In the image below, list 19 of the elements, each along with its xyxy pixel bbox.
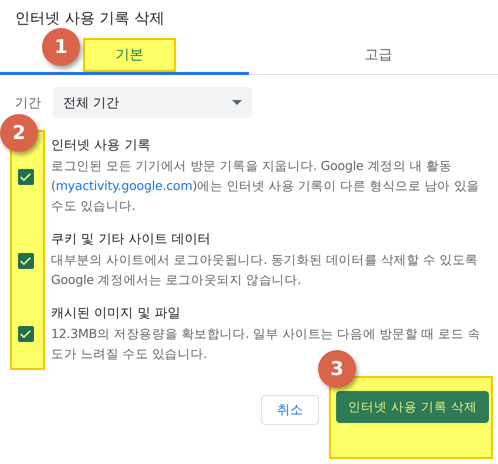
option-description: 로그인된 모든 기기에서 방문 기록을 지웁니다. Google 계정의 내 활동 (myactivity.google.com)에는 인터넷 사용 기록이 다른 형식으로 남아 있을 수도 있습니다. [51, 157, 480, 215]
step-badge: 3 [318, 350, 356, 388]
dialog-title: 인터넷 사용 기록 삭제 [14, 8, 166, 29]
cancel-button[interactable]: 취소 [261, 395, 320, 425]
option-title: 쿠키 및 기타 사이트 데이터 [51, 231, 212, 249]
option-description: 대부분의 사이트에서 로그아웃됩니다. 동기화된 데이터를 삭제할 수 있도록 Google 계정에서는 로그아웃되지 않습니다. [51, 251, 479, 289]
tab[interactable]: 고급 [249, 38, 498, 75]
checkbox[interactable] [18, 326, 34, 342]
checkbox[interactable] [18, 253, 34, 269]
period-dropdown[interactable]: 전체 기간 [53, 87, 252, 118]
option-title: 캐시된 이미지 및 파일 [51, 305, 182, 323]
step-badge: 1 [42, 28, 80, 66]
step-badge: 2 [0, 114, 38, 152]
checkbox[interactable] [18, 169, 34, 185]
caret-icon [232, 100, 242, 105]
option-title: 인터넷 사용 기록 [51, 137, 152, 155]
period-label: 기간 [15, 94, 41, 112]
activity-link[interactable]: myactivity.google.com [56, 178, 192, 193]
delete-button[interactable]: 인터넷 사용 기록 삭제 [336, 391, 489, 423]
